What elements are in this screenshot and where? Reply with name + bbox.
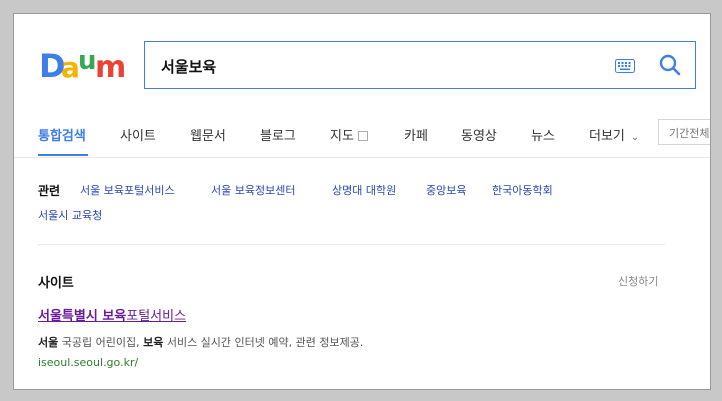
search-box[interactable]: 서울보육 bbox=[144, 41, 696, 89]
result-url[interactable]: iseoul.seoul.go.kr/ bbox=[38, 356, 138, 369]
desc-rest: 서비스 실시간 인터넷 예약, 관련 정보제공. bbox=[163, 336, 364, 349]
tab-video[interactable]: 동영상 bbox=[461, 125, 497, 144]
search-input[interactable]: 서울보육 bbox=[161, 56, 216, 77]
related-link[interactable]: 서울 보육포털서비스 bbox=[80, 182, 175, 198]
tab-more-label: 더보기 bbox=[589, 129, 625, 144]
chevron-down-icon: ⌄ bbox=[630, 132, 640, 143]
tab-blog[interactable]: 블로그 bbox=[260, 125, 296, 144]
result-title-rest: 포털서비스 bbox=[126, 309, 187, 324]
search-icon[interactable] bbox=[658, 53, 682, 77]
related-link[interactable]: 중앙보육 bbox=[426, 182, 466, 198]
desc-bold-2: 보육 bbox=[143, 336, 164, 349]
daum-logo[interactable]: D a u m bbox=[39, 47, 125, 81]
related-link[interactable]: 서울시 교육청 bbox=[38, 207, 102, 223]
desc-bold-1: 서울 bbox=[38, 336, 59, 349]
svg-text:m: m bbox=[95, 50, 125, 81]
result-description: 서울 국공립 어린이집, 보육 서비스 실시간 인터넷 예약, 관련 정보제공. bbox=[38, 334, 363, 350]
result-title-bold: 서울특별시 보육 bbox=[38, 309, 127, 324]
tab-map-label: 지도 bbox=[330, 129, 354, 144]
desc-mid: 국공립 어린이집, bbox=[58, 336, 144, 349]
related-link[interactable]: 한국아동학회 bbox=[492, 182, 553, 198]
keyboard-icon[interactable] bbox=[615, 59, 635, 73]
tab-news[interactable]: 뉴스 bbox=[531, 125, 555, 144]
map-square-icon bbox=[357, 130, 368, 141]
tab-site[interactable]: 사이트 bbox=[120, 125, 156, 144]
tab-integrated[interactable]: 통합검색 bbox=[38, 125, 86, 144]
section-divider bbox=[38, 244, 665, 245]
site-section-title: 사이트 bbox=[38, 276, 74, 291]
tab-webdocs[interactable]: 웹문서 bbox=[190, 125, 226, 144]
browser-viewport: D a u m 서울보육 통합검색 사이트 웹문서 블로그 지도 카페 동영상 … bbox=[13, 13, 711, 390]
active-tab-indicator bbox=[38, 154, 88, 156]
tab-more[interactable]: 더보기 ⌄ bbox=[589, 125, 639, 144]
register-site-link[interactable]: 신청하기 bbox=[618, 273, 658, 289]
svg-text:u: u bbox=[78, 47, 97, 76]
related-link[interactable]: 상명대 대학원 bbox=[332, 182, 396, 198]
period-filter[interactable]: 기간전체 bbox=[658, 119, 710, 145]
search-tabs: 통합검색 사이트 웹문서 블로그 지도 카페 동영상 뉴스 더보기 ⌄ 기간전체 bbox=[14, 111, 710, 158]
tab-map[interactable]: 지도 bbox=[330, 125, 368, 144]
tab-cafe[interactable]: 카페 bbox=[404, 125, 428, 144]
result-title-link[interactable]: 서울특별시 보육포털서비스 bbox=[38, 305, 186, 324]
related-label: 관련 bbox=[38, 184, 61, 198]
related-link[interactable]: 서울 보육정보센터 bbox=[211, 182, 295, 198]
